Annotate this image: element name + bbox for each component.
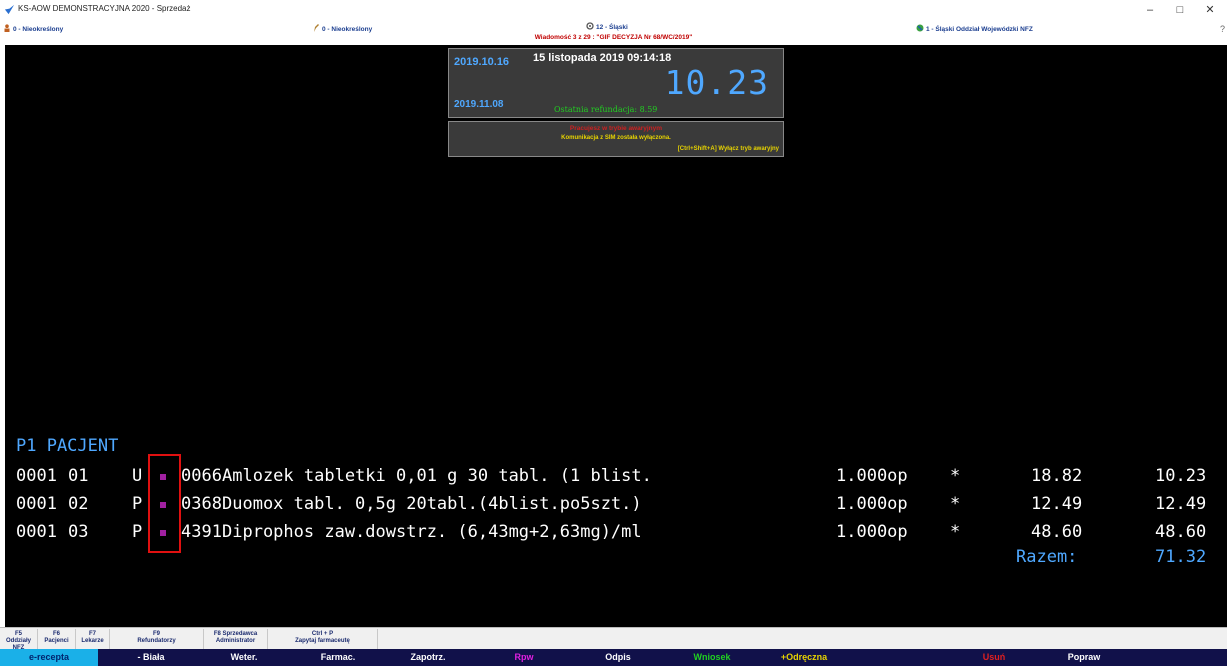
minimize-button[interactable]: – (1138, 2, 1162, 18)
tab-biala[interactable]: - Biała (103, 649, 199, 666)
fkey-pacjenci[interactable]: F6 Pacjenci (38, 629, 76, 649)
last-refund: Ostatnia refundacja: 8.59 (554, 105, 658, 114)
fkey-key: F9 (152, 631, 160, 637)
fkey-label: Refundatorzy (137, 638, 176, 644)
message-ticker[interactable]: Wiadomość 3 z 29 : "GIF DECYZJA Nr 68/WC… (0, 34, 1227, 41)
tab-odreczna[interactable]: +Odręczna (756, 649, 852, 666)
fkey-administrator[interactable]: F8 Sprzedawca Administrator (204, 629, 268, 649)
row-star: * (950, 494, 961, 514)
row-type: P (132, 522, 143, 542)
tab-wniosek[interactable]: Wniosek (664, 649, 760, 666)
tab-odpis[interactable]: Odpis (570, 649, 666, 666)
pen-icon (314, 24, 319, 32)
row-product-id: 0368 (181, 494, 222, 514)
date-primary: 2019.10.16 (454, 56, 510, 68)
status-branch-label: 0 - Nieokreślony (13, 26, 64, 33)
row-product-name: Amlozek tabletki 0,01 g 30 tabl. (1 blis… (222, 466, 652, 486)
row-payment: 12.49 (1155, 494, 1207, 514)
row-product-name: Duomox tabl. 0,5g 20tabl.(4blist.po5szt.… (222, 494, 642, 514)
tab-farmac[interactable]: Farmac. (290, 649, 386, 666)
emergency-mode-panel: Pracujesz w trybie awaryjnym Komunikacja… (448, 121, 784, 157)
total-label: Razem: (1016, 547, 1078, 567)
total-value: 71.32 (1155, 547, 1207, 567)
person-icon (4, 24, 10, 32)
date-secondary: 2019.11.08 (454, 99, 504, 110)
status-region-label: 12 - Śląski (596, 24, 628, 31)
status-user-label: 0 - Nieokreślony (322, 26, 373, 33)
status-user[interactable]: 0 - Nieokreślony (312, 24, 372, 33)
fkey-zapytaj-farmaceute[interactable]: Ctrl + P Zapytaj farmaceutę (268, 629, 378, 649)
tab-e-recepta[interactable]: e-recepta (0, 649, 98, 666)
maximize-button[interactable]: □ (1168, 2, 1192, 18)
row-price: 18.82 (1031, 466, 1083, 486)
fkey-key: F6 (52, 631, 60, 637)
fkey-label: Administrator (215, 638, 256, 644)
prescription-type-bar: e-recepta - Biała Weter. Farmac. Zapotrz… (0, 649, 1227, 666)
edit-button[interactable]: Popraw (1036, 649, 1132, 666)
delete-button[interactable]: Usuń (946, 649, 1042, 666)
row-price: 48.60 (1031, 522, 1083, 542)
status-bar: 0 - Nieokreślony 0 - Nieokreślony 12 - Ś… (0, 21, 1227, 45)
fkey-key: Ctrl + P (311, 631, 334, 637)
current-datetime: 15 listopada 2019 09:14:18 (533, 52, 672, 64)
fkey-label: Zapytaj farmaceutę (295, 638, 350, 644)
amount-display: 10.23 (664, 63, 769, 102)
row-star: * (950, 466, 961, 486)
function-key-bar: F5 Oddziały NFZ F6 Pacjenci F7 Lekarze F… (0, 627, 1227, 651)
table-row[interactable]: 0001 02 P 0368 Duomox tabl. 0,5g 20tabl.… (0, 494, 1227, 517)
highlight-box (148, 454, 181, 553)
status-nfz[interactable]: 1 - Śląski Oddział Wojewódzki NFZ (916, 24, 1033, 33)
disable-emergency-shortcut[interactable]: [Ctrl+Shift+A] Wyłącz tryb awaryjny (678, 146, 779, 152)
fkey-key: F5 (14, 631, 22, 637)
row-code: 0001 (16, 466, 57, 486)
patient-label: P1 PACJENT (16, 436, 119, 456)
row-code: 0001 (16, 522, 57, 542)
window-title: KS-AOW DEMONSTRACYJNA 2020 - Sprzedaż (18, 4, 191, 13)
row-position: 02 (68, 494, 89, 514)
close-button[interactable]: ✕ (1198, 2, 1222, 18)
row-payment: 10.23 (1155, 466, 1207, 486)
title-bar: KS-AOW DEMONSTRACYJNA 2020 - Sprzedaż – … (0, 0, 1227, 21)
row-product-name: Diprophos zaw.dowstrz. (6,43mg+2,63mg)/m… (222, 522, 642, 542)
fkey-refundatorzy[interactable]: F9 Refundatorzy (110, 629, 204, 649)
tab-weter[interactable]: Weter. (196, 649, 292, 666)
fkey-lekarze[interactable]: F7 Lekarze (76, 629, 110, 649)
row-type: U (132, 466, 143, 486)
clock-panel: 2019.10.16 15 listopada 2019 09:14:18 10… (448, 48, 784, 118)
tab-zapotrz[interactable]: Zapotrz. (380, 649, 476, 666)
table-row[interactable]: 0001 03 P 4391 Diprophos zaw.dowstrz. (6… (0, 522, 1227, 545)
row-position: 01 (68, 466, 89, 486)
fkey-label: Lekarze (81, 638, 104, 644)
globe-icon (916, 24, 924, 32)
gear-icon (586, 22, 594, 30)
fkey-key: F7 (88, 631, 96, 637)
status-branch[interactable]: 0 - Nieokreślony (3, 24, 63, 33)
status-region[interactable]: 12 - Śląski (586, 22, 628, 31)
row-quantity: 1.000op (836, 466, 908, 486)
row-payment: 48.60 (1155, 522, 1207, 542)
row-product-id: 4391 (181, 522, 222, 542)
table-row[interactable]: 0001 01 U 0066 Amlozek tabletki 0,01 g 3… (0, 466, 1227, 489)
row-star: * (950, 522, 961, 542)
row-code: 0001 (16, 494, 57, 514)
row-position: 03 (68, 522, 89, 542)
row-product-id: 0066 (181, 466, 222, 486)
emergency-mode-title: Pracujesz w trybie awaryjnym (569, 125, 663, 132)
fkey-oddzialy-nfz[interactable]: F5 Oddziały NFZ (0, 629, 38, 651)
row-price: 12.49 (1031, 494, 1083, 514)
row-type: P (132, 494, 143, 514)
help-icon[interactable]: ? (1220, 24, 1225, 34)
tab-rpw[interactable]: Rpw (476, 649, 572, 666)
row-quantity: 1.000op (836, 522, 908, 542)
app-logo-icon (4, 4, 15, 15)
status-nfz-label: 1 - Śląski Oddział Wojewódzki NFZ (926, 26, 1033, 33)
fkey-key: F8 Sprzedawca (213, 631, 258, 637)
row-quantity: 1.000op (836, 494, 908, 514)
fkey-label: Pacjenci (44, 638, 69, 644)
emergency-mode-info: Komunikacja z SIM została wyłączona. (561, 135, 671, 141)
